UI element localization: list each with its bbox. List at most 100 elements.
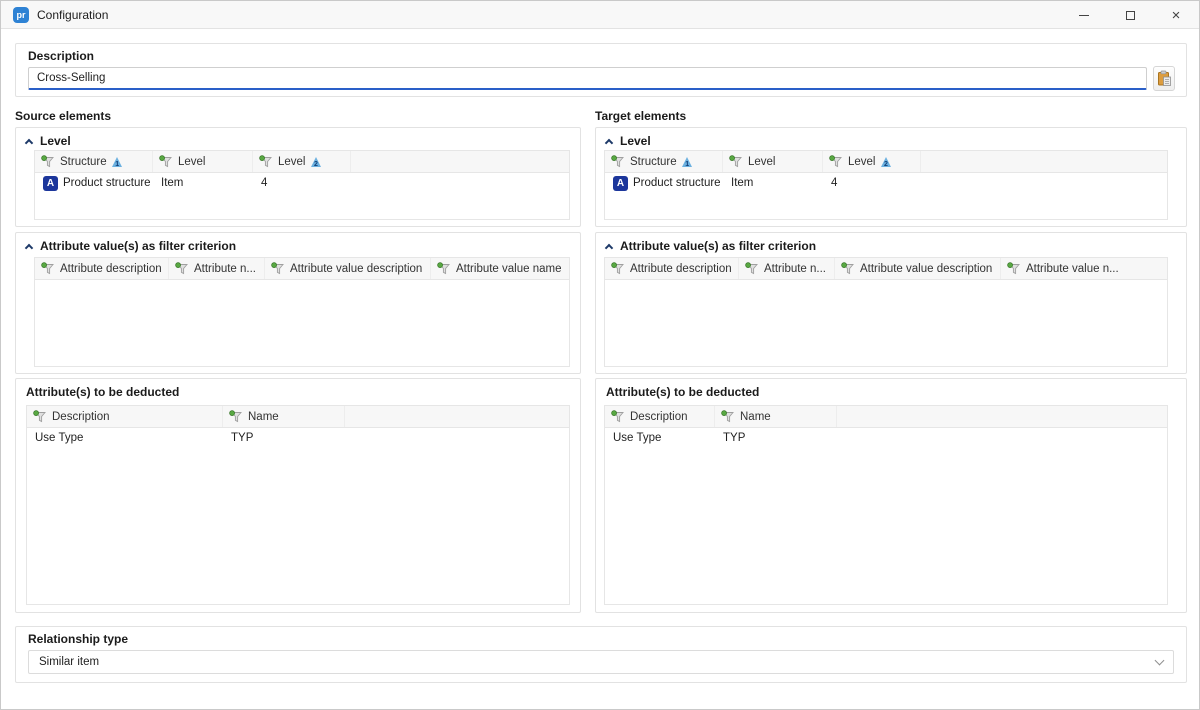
source-deducted-title: Attribute(s) to be deducted	[26, 385, 179, 399]
structure-type-badge: A	[43, 176, 58, 191]
target-elements-title: Target elements	[595, 109, 1187, 125]
filter-funnel-icon[interactable]	[611, 155, 625, 168]
column-header-attribute-name[interactable]: Attribute n...	[169, 258, 265, 279]
filter-funnel-icon[interactable]	[611, 262, 625, 275]
dropdown-selected-value: Similar item	[39, 656, 1156, 668]
filter-funnel-icon[interactable]	[841, 262, 855, 275]
configuration-window: pr Configuration × Description Source el…	[0, 0, 1200, 710]
description-group: Description	[15, 43, 1187, 97]
collapse-chevron-icon[interactable]	[25, 243, 33, 251]
source-elements-title: Source elements	[15, 109, 581, 125]
source-elements-panel: Source elements Level Structure 1 Level	[15, 109, 581, 125]
column-header-attribute-name[interactable]: Attribute n...	[739, 258, 835, 279]
target-deducted-section: Attribute(s) to be deducted Description …	[595, 378, 1187, 613]
column-header-attribute-value-description[interactable]: Attribute value description	[835, 258, 1001, 279]
structure-type-badge: A	[613, 176, 628, 191]
description-input[interactable]	[28, 67, 1147, 90]
chevron-down-icon	[1155, 655, 1165, 665]
source-level-section: Level Structure 1 Level Level	[15, 127, 581, 227]
filter-funnel-icon[interactable]	[437, 262, 451, 275]
target-elements-panel: Target elements Level Structure 1 Level	[595, 109, 1187, 125]
column-header-empty	[345, 406, 569, 427]
source-level-table: Structure 1 Level Level 2 AProdu	[34, 150, 570, 220]
column-header-attribute-value-description[interactable]: Attribute value description	[265, 258, 431, 279]
table-header-row: Attribute description Attribute n... Att…	[35, 258, 569, 280]
table-row[interactable]: Use Type TYP	[27, 428, 569, 448]
table-row[interactable]: AProduct structure Item 4	[35, 173, 569, 193]
window-controls: ×	[1061, 1, 1199, 29]
source-level-title: Level	[40, 134, 71, 148]
column-header-name[interactable]: Name	[223, 406, 345, 427]
paste-button[interactable]	[1153, 66, 1175, 91]
filter-funnel-icon[interactable]	[1007, 262, 1021, 275]
source-filter-section: Attribute value(s) as filter criterion A…	[15, 232, 581, 374]
filter-funnel-icon[interactable]	[271, 262, 285, 275]
target-filter-section: Attribute value(s) as filter criterion A…	[595, 232, 1187, 374]
table-header-row: Description Name	[27, 406, 569, 428]
target-level-table: Structure 1 Level Level 2 AProdu	[604, 150, 1168, 220]
filter-funnel-icon[interactable]	[829, 155, 843, 168]
filter-funnel-icon[interactable]	[41, 155, 55, 168]
filter-funnel-icon[interactable]	[259, 155, 273, 168]
filter-funnel-icon[interactable]	[721, 410, 735, 423]
column-header-attribute-description[interactable]: Attribute description	[35, 258, 169, 279]
column-header-level-number[interactable]: Level 2	[253, 151, 351, 172]
source-filter-table: Attribute description Attribute n... Att…	[34, 257, 570, 367]
target-level-title: Level	[620, 134, 651, 148]
column-header-attribute-value-name[interactable]: Attribute value n...	[1001, 258, 1167, 279]
column-header-structure[interactable]: Structure 1	[605, 151, 723, 172]
relationship-type-dropdown[interactable]: Similar item	[28, 650, 1174, 674]
target-filter-table: Attribute description Attribute n... Att…	[604, 257, 1168, 367]
table-header-row: Description Name	[605, 406, 1167, 428]
column-header-empty	[837, 406, 1167, 427]
relationship-type-group: Relationship type Similar item	[15, 626, 1187, 683]
column-header-name[interactable]: Name	[715, 406, 837, 427]
column-header-level[interactable]: Level	[723, 151, 823, 172]
sort-ascending-1-icon: 1	[682, 157, 693, 167]
sort-ascending-2-icon: 2	[311, 157, 322, 167]
filter-funnel-icon[interactable]	[229, 410, 243, 423]
close-icon: ×	[1172, 8, 1181, 23]
column-header-empty	[921, 151, 1167, 172]
maximize-icon	[1126, 11, 1135, 20]
table-row[interactable]: Use Type TYP	[605, 428, 1167, 448]
table-header-row: Structure 1 Level Level 2	[35, 151, 569, 173]
window-title: Configuration	[37, 1, 108, 29]
filter-funnel-icon[interactable]	[729, 155, 743, 168]
clipboard-paste-icon	[1157, 70, 1172, 87]
minimize-button[interactable]	[1061, 1, 1107, 29]
filter-table-body-empty	[605, 280, 1167, 366]
maximize-button[interactable]	[1107, 1, 1153, 29]
column-header-attribute-value-name[interactable]: Attribute value name	[431, 258, 569, 279]
filter-table-body-empty	[35, 280, 569, 366]
source-filter-title: Attribute value(s) as filter criterion	[40, 239, 236, 253]
relationship-type-label: Relationship type	[28, 632, 128, 646]
close-button[interactable]: ×	[1153, 1, 1199, 29]
column-header-description[interactable]: Description	[27, 406, 223, 427]
column-header-structure[interactable]: Structure 1	[35, 151, 153, 172]
app-logo-icon: pr	[13, 7, 29, 23]
titlebar[interactable]: pr Configuration ×	[1, 1, 1199, 29]
filter-funnel-icon[interactable]	[745, 262, 759, 275]
target-deducted-title: Attribute(s) to be deducted	[606, 385, 759, 399]
column-header-description[interactable]: Description	[605, 406, 715, 427]
filter-funnel-icon[interactable]	[611, 410, 625, 423]
filter-funnel-icon[interactable]	[159, 155, 173, 168]
collapse-chevron-icon[interactable]	[605, 243, 613, 251]
collapse-chevron-icon[interactable]	[605, 138, 613, 146]
description-label: Description	[28, 49, 94, 63]
column-header-level-number[interactable]: Level 2	[823, 151, 921, 172]
column-header-attribute-description[interactable]: Attribute description	[605, 258, 739, 279]
column-header-empty	[351, 151, 569, 172]
target-deducted-table: Description Name Use Type TYP	[604, 405, 1168, 605]
table-header-row: Attribute description Attribute n... Att…	[605, 258, 1167, 280]
filter-funnel-icon[interactable]	[175, 262, 189, 275]
minimize-icon	[1079, 15, 1089, 16]
filter-funnel-icon[interactable]	[41, 262, 55, 275]
collapse-chevron-icon[interactable]	[25, 138, 33, 146]
sort-ascending-2-icon: 2	[881, 157, 892, 167]
column-header-level[interactable]: Level	[153, 151, 253, 172]
table-row[interactable]: AProduct structure Item 4	[605, 173, 1167, 193]
filter-funnel-icon[interactable]	[33, 410, 47, 423]
source-deducted-section: Attribute(s) to be deducted Description …	[15, 378, 581, 613]
